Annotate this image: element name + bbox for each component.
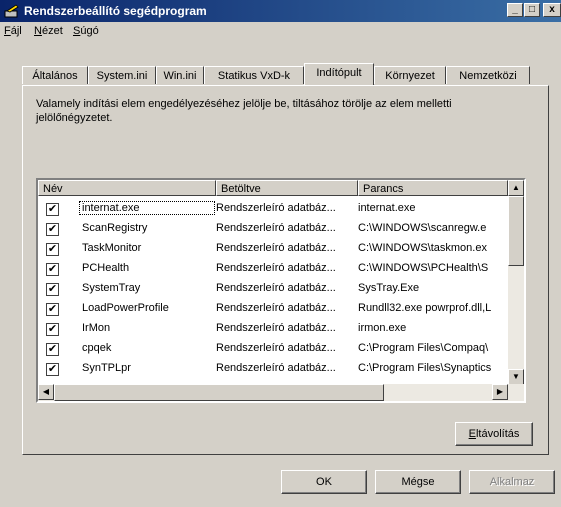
minimize-button[interactable]: _ bbox=[507, 3, 523, 17]
row-name: LoadPowerProfile bbox=[82, 302, 169, 314]
row-loaded: Rendszerleíró adatbáz... bbox=[216, 242, 336, 254]
row-name: TaskMonitor bbox=[82, 242, 142, 254]
row-checkbox[interactable]: ✔ bbox=[46, 263, 59, 276]
list-row[interactable]: ✔ cpqek Rendszerleíró adatbáz... C:\Prog… bbox=[38, 339, 508, 359]
row-name: ScanRegistry bbox=[82, 222, 148, 234]
list-row[interactable]: ✔ SystemTray Rendszerleíró adatbáz... Sy… bbox=[38, 279, 508, 299]
row-command: SysTray.Exe bbox=[358, 282, 420, 294]
list-row[interactable]: ✔ TaskMonitor Rendszerleíró adatbáz... C… bbox=[38, 239, 508, 259]
list-row[interactable]: ✔ SynTPLpr Rendszerleíró adatbáz... C:\P… bbox=[38, 359, 508, 379]
column-command[interactable]: Parancs bbox=[358, 180, 508, 196]
row-name: internat.exe bbox=[79, 201, 215, 215]
list-row[interactable]: ✔ LoadPowerProfile Rendszerleíró adatbáz… bbox=[38, 299, 508, 319]
maximize-button[interactable]: □ bbox=[524, 3, 540, 17]
close-button[interactable]: x bbox=[543, 3, 561, 17]
apply-button[interactable]: Alkalmaz bbox=[469, 470, 555, 494]
row-loaded: Rendszerleíró adatbáz... bbox=[216, 342, 336, 354]
row-checkbox[interactable]: ✔ bbox=[46, 203, 59, 216]
app-icon bbox=[4, 4, 19, 18]
tab-environment[interactable]: Környezet bbox=[374, 66, 446, 84]
window-title: Rendszerbeállító segédprogram bbox=[24, 4, 207, 18]
scroll-up-icon[interactable]: ▲ bbox=[508, 180, 524, 196]
title-bar[interactable]: Rendszerbeállító segédprogram _ □ x bbox=[0, 0, 561, 22]
row-checkbox[interactable]: ✔ bbox=[46, 343, 59, 356]
scroll-down-icon[interactable]: ▼ bbox=[508, 369, 524, 385]
row-command: internat.exe bbox=[358, 202, 416, 214]
list-rows: ✔ internat.exe Rendszerleíró adatbáz... … bbox=[38, 197, 508, 385]
vertical-scroll-thumb[interactable] bbox=[508, 196, 524, 266]
tab-static-vxd[interactable]: Statikus VxD-k bbox=[204, 66, 304, 84]
tab-startup[interactable]: Indítópult bbox=[304, 63, 374, 85]
list-row[interactable]: ✔ PCHealth Rendszerleíró adatbáz... C:\W… bbox=[38, 259, 508, 279]
row-command: C:\Program Files\Synaptics bbox=[358, 362, 492, 374]
cancel-button[interactable]: Mégse bbox=[375, 470, 461, 494]
remove-button[interactable]: Eltávolítás bbox=[455, 422, 533, 446]
scroll-left-icon[interactable]: ◀ bbox=[38, 384, 54, 400]
row-command: C:\Program Files\Compaq\ bbox=[358, 342, 489, 354]
row-checkbox[interactable]: ✔ bbox=[46, 283, 59, 296]
menu-view[interactable]: Nézet bbox=[34, 25, 63, 37]
list-row[interactable]: ✔ IrMon Rendszerleíró adatbáz... irmon.e… bbox=[38, 319, 508, 339]
tab-system-ini[interactable]: System.ini bbox=[88, 66, 156, 84]
column-loaded[interactable]: Betöltve bbox=[216, 180, 358, 196]
row-checkbox[interactable]: ✔ bbox=[46, 223, 59, 236]
instructions-text: Valamely indítási elem engedélyezéséhez … bbox=[36, 98, 452, 124]
row-loaded: Rendszerleíró adatbáz... bbox=[216, 262, 336, 274]
ok-button[interactable]: OK bbox=[281, 470, 367, 494]
row-loaded: Rendszerleíró adatbáz... bbox=[216, 282, 336, 294]
list-row[interactable]: ✔ ScanRegistry Rendszerleíró adatbáz... … bbox=[38, 219, 508, 239]
tab-general[interactable]: Általános bbox=[22, 66, 88, 84]
row-loaded: Rendszerleíró adatbáz... bbox=[216, 202, 336, 214]
row-command: C:\WINDOWS\PCHealth\S bbox=[358, 262, 489, 274]
row-checkbox[interactable]: ✔ bbox=[46, 363, 59, 376]
row-checkbox[interactable]: ✔ bbox=[46, 243, 59, 256]
menu-file[interactable]: Fájl bbox=[4, 25, 22, 37]
row-loaded: Rendszerleíró adatbáz... bbox=[216, 362, 336, 374]
row-command: C:\WINDOWS\taskmon.ex bbox=[358, 242, 487, 254]
menu-help[interactable]: Súgó bbox=[73, 25, 99, 37]
row-command: irmon.exe bbox=[358, 322, 407, 334]
row-command: C:\WINDOWS\scanregw.e bbox=[358, 222, 487, 234]
row-loaded: Rendszerleíró adatbáz... bbox=[216, 302, 336, 314]
row-name: SynTPLpr bbox=[82, 362, 131, 374]
row-name: SystemTray bbox=[82, 282, 141, 294]
row-checkbox[interactable]: ✔ bbox=[46, 303, 59, 316]
startup-list[interactable]: Név Betöltve Parancs ✔ internat.exe Rend… bbox=[36, 178, 526, 403]
row-loaded: Rendszerleíró adatbáz... bbox=[216, 222, 336, 234]
tab-win-ini[interactable]: Win.ini bbox=[156, 66, 204, 84]
vertical-scrollbar[interactable]: ▲ ▼ bbox=[508, 180, 524, 385]
horizontal-scrollbar[interactable]: ◀ ▶ bbox=[38, 384, 524, 401]
row-checkbox[interactable]: ✔ bbox=[46, 323, 59, 336]
tab-international[interactable]: Nemzetközi bbox=[446, 66, 530, 84]
scroll-right-icon[interactable]: ▶ bbox=[492, 384, 508, 400]
menu-bar: Fájl Nézet Súgó bbox=[0, 22, 561, 42]
row-command: Rundll32.exe powrprof.dll,L bbox=[358, 302, 492, 314]
list-header: Név Betöltve Parancs bbox=[38, 180, 514, 196]
row-name: cpqek bbox=[82, 342, 112, 354]
row-name: IrMon bbox=[82, 322, 111, 334]
row-loaded: Rendszerleíró adatbáz... bbox=[216, 322, 336, 334]
row-name: PCHealth bbox=[82, 262, 130, 274]
horizontal-scroll-thumb[interactable] bbox=[54, 384, 384, 401]
list-row[interactable]: ✔ internat.exe Rendszerleíró adatbáz... … bbox=[38, 199, 508, 219]
column-name[interactable]: Név bbox=[38, 180, 216, 196]
